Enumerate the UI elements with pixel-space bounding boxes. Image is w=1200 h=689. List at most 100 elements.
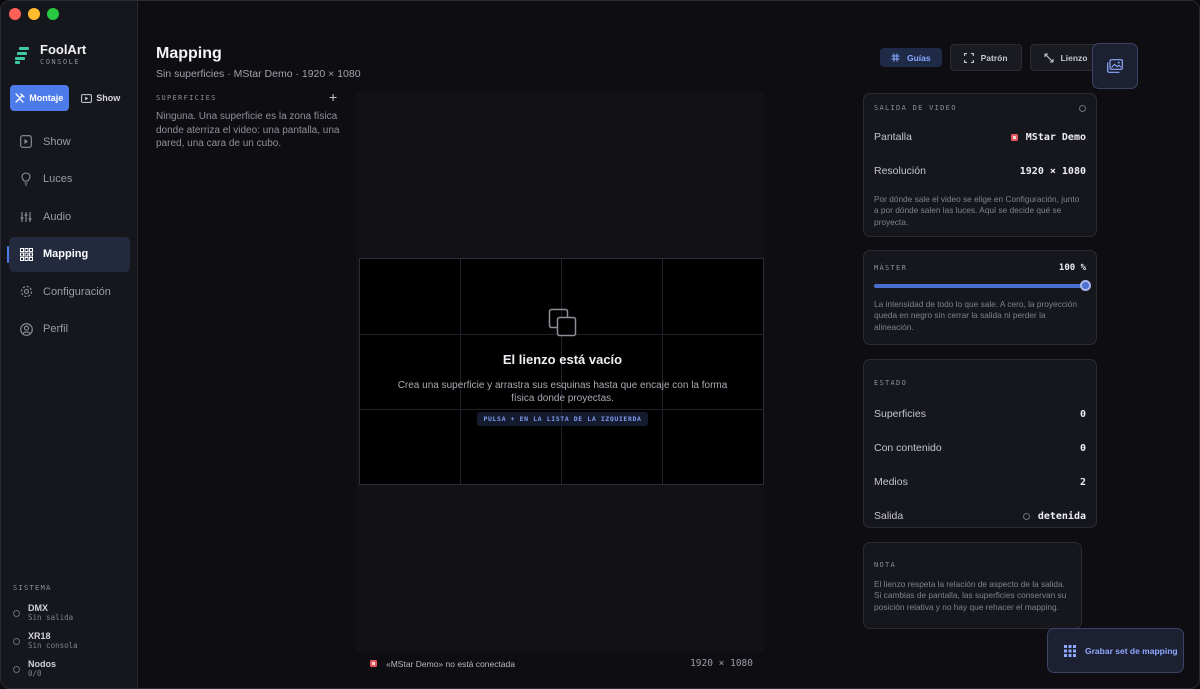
row-label: Medios — [874, 476, 908, 488]
system-item-status: Sin salida — [28, 613, 74, 622]
system-item-xr18: XR18 Sin consola — [13, 627, 78, 655]
status-dot-icon — [13, 665, 20, 673]
nav-item-perfil[interactable]: Perfil — [9, 312, 130, 347]
status-row-superficies: Superficies 0 — [874, 397, 1086, 431]
pattern-label: Patrón — [980, 52, 1008, 63]
nav-item-luces[interactable]: Luces — [9, 162, 130, 197]
status-dot-icon — [13, 609, 20, 617]
system-item-name: DMX — [28, 603, 48, 613]
status-dot-icon — [1079, 104, 1086, 112]
canvas-resolution: 1920 × 1080 — [690, 658, 753, 669]
nav-label: Luces — [43, 173, 73, 185]
system-item-status: Sin consola — [28, 641, 78, 650]
status-row-con-contenido: Con contenido 0 — [874, 431, 1086, 465]
video-output-note: Por dónde sale el video se elige en Conf… — [874, 194, 1080, 227]
status-row-salida: Salida detenida — [874, 499, 1086, 533]
surfaces-title: SUPERFICIES — [156, 94, 217, 102]
output-warning: «MStar Demo» no está conectada — [370, 659, 515, 669]
video-output-panel: SALIDA DE VIDEO Pantalla MStar Demo Reso… — [863, 93, 1097, 237]
screen-value: MStar Demo — [1025, 131, 1086, 143]
bulb-icon — [19, 172, 33, 186]
logo-icon — [15, 46, 31, 64]
note-panel: NOTA El lienzo respeta la relación de as… — [863, 542, 1082, 629]
resolution-value: 1920 × 1080 — [1019, 165, 1086, 177]
page-title: Mapping — [156, 45, 222, 62]
mode-show-button[interactable]: Show — [72, 85, 131, 111]
main-nav: Show Luces Audio Mapping Configuración P… — [7, 124, 130, 349]
media-library-button[interactable] — [1092, 43, 1138, 89]
guides-button[interactable]: Guías — [880, 48, 942, 67]
mode-montaje-button[interactable]: Montaje — [10, 85, 69, 111]
mode-label: Show — [96, 93, 121, 103]
pattern-button[interactable]: Patrón — [949, 44, 1022, 71]
user-icon — [19, 322, 33, 336]
hash-icon — [891, 53, 900, 62]
status-dot-icon — [1022, 512, 1030, 520]
nav-label: Configuración — [43, 285, 111, 298]
guides-label: Guías — [907, 52, 931, 63]
nav-label: Audio — [43, 210, 72, 223]
panel-title: MÁSTER — [874, 264, 908, 272]
nav-item-configuracion[interactable]: Configuración — [9, 274, 130, 309]
row-label: Pantalla — [874, 131, 912, 143]
nav-label: Mapping — [43, 248, 89, 260]
system-item-name: XR18 — [28, 631, 51, 641]
canvas-empty-description: Crea una superficie y arrastra sus esqui… — [397, 380, 728, 404]
nav-item-mapping[interactable]: Mapping — [7, 236, 130, 272]
system-item-name: Nodos — [28, 659, 56, 669]
nav-item-audio[interactable]: Audio — [9, 199, 130, 234]
output-warning-text: «MStar Demo» no está conectada — [386, 658, 515, 669]
row-value: 0 — [1079, 442, 1086, 454]
nav-item-show[interactable]: Show — [9, 124, 130, 159]
images-icon — [1107, 59, 1123, 73]
toolbar: Guías Patrón Lienzo — [880, 44, 1102, 71]
master-slider-handle[interactable] — [1080, 280, 1091, 291]
canvas-footer: «MStar Demo» no está conectada 1920 × 10… — [370, 658, 753, 669]
row-label: Resolución — [874, 165, 926, 177]
brand: FoolArt CONSOLE — [15, 43, 86, 66]
brand-name: FoolArt — [40, 42, 87, 57]
row-value: 2 — [1079, 476, 1086, 488]
main-area: Mapping Sin superficies · MStar Demo · 1… — [138, 1, 1199, 688]
record-label: Grabar set de mapping — [1085, 645, 1178, 656]
close-window-button[interactable] — [9, 8, 21, 20]
grid-icon — [19, 247, 33, 261]
canvas-empty-title: El lienzo está vacío — [502, 352, 623, 367]
master-slider[interactable] — [874, 280, 1091, 291]
add-surface-button[interactable]: + — [329, 89, 337, 105]
tools-icon — [15, 93, 25, 103]
mapping-canvas[interactable]: El lienzo está vacío Crea una superficie… — [359, 258, 764, 485]
mode-label: Montaje — [29, 93, 64, 103]
panel-title: NOTA — [874, 561, 897, 569]
system-title: SISTEMA — [13, 584, 52, 592]
zoom-window-button[interactable] — [47, 8, 59, 20]
status-row-medios: Medios 2 — [874, 465, 1086, 499]
layers-icon — [548, 308, 576, 337]
page-subtitle: Sin superficies · MStar Demo · 1920 × 10… — [156, 68, 361, 80]
system-item-dmx: DMX Sin salida — [13, 599, 78, 627]
row-label: Salida — [874, 510, 904, 522]
disconnected-icon — [370, 660, 377, 667]
record-mapping-set-button[interactable]: Grabar set de mapping — [1047, 628, 1184, 673]
system-list: DMX Sin salida XR18 Sin consola Nodos 0/… — [13, 599, 78, 683]
show-icon — [19, 135, 33, 149]
system-item-status: 0/0 — [28, 669, 42, 678]
canvas-hint-badge: PULSA + EN LA LISTA DE LA IZQUIERDA — [476, 412, 649, 426]
row-value: 0 — [1079, 408, 1086, 420]
screen-row: Pantalla MStar Demo — [874, 120, 1086, 154]
panel-title: ESTADO — [874, 379, 908, 387]
output-state: detenida — [1037, 510, 1086, 522]
frame-icon — [963, 52, 974, 63]
sidebar: FoolArt CONSOLE Montaje Show Show Luces … — [1, 1, 138, 688]
row-value: detenida — [1022, 510, 1086, 522]
expand-icon — [1043, 52, 1054, 63]
mode-switch: Montaje Show — [10, 85, 130, 111]
brand-subtitle: CONSOLE — [40, 58, 81, 66]
window-controls — [9, 8, 59, 20]
nav-label: Show — [43, 135, 71, 148]
sliders-icon — [19, 210, 33, 224]
minimize-window-button[interactable] — [28, 8, 40, 20]
canvas-button[interactable]: Lienzo — [1029, 44, 1102, 71]
row-label: Con contenido — [874, 442, 942, 454]
resolution-row: Resolución 1920 × 1080 — [874, 154, 1086, 188]
